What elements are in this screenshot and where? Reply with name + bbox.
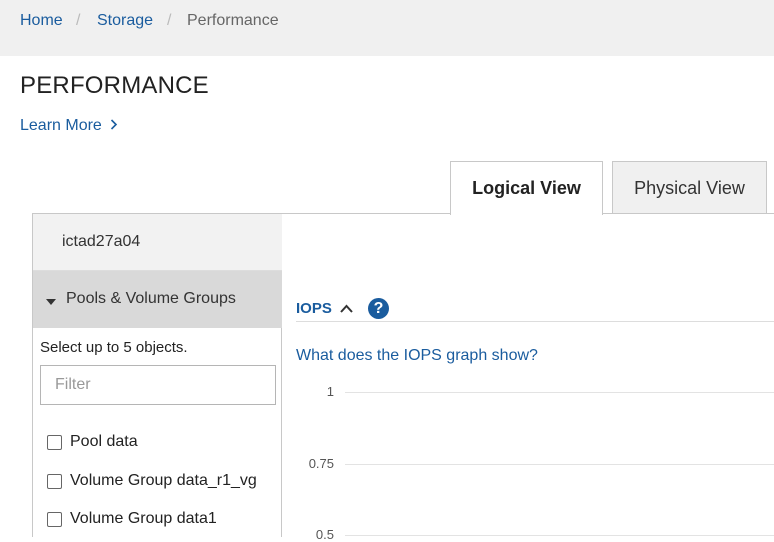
iops-divider [296,321,774,322]
breadcrumb: Home / Storage / Performance [0,0,774,56]
y-tick-label: 0.5 [315,527,334,542]
y-tick-label: 1 [326,384,334,399]
tab-logical-view[interactable]: Logical View [450,161,603,215]
checkbox[interactable] [47,474,62,489]
learn-more-label: Learn More [20,117,102,134]
tab-physical-view[interactable]: Physical View [612,161,767,213]
host-row[interactable]: ictad27a04 [33,214,282,271]
learn-more-link[interactable]: Learn More [20,117,118,135]
select-hint: Select up to 5 objects. [40,339,188,356]
object-item-label: Pool data [70,433,138,450]
breadcrumb-performance: Performance [187,12,279,29]
grid-line [345,392,774,393]
breadcrumb-separator: / [76,12,81,29]
object-selector-panel: ictad27a04 Pools & Volume Groups Select … [32,214,282,537]
breadcrumb-separator: / [167,12,172,29]
breadcrumb-home[interactable]: Home [20,12,63,30]
chevron-right-icon [111,119,118,130]
host-name: ictad27a04 [62,233,141,250]
object-item-label: Volume Group data_r1_vg [70,472,257,489]
page-title: PERFORMANCE [20,72,209,99]
checkbox[interactable] [47,435,62,450]
chevron-up-icon [340,304,353,313]
grid-line [345,464,774,465]
object-item-label: Volume Group data1 [70,510,217,527]
pools-volume-groups-header[interactable]: Pools & Volume Groups [33,271,282,328]
section-label: Pools & Volume Groups [66,290,236,307]
breadcrumb-storage[interactable]: Storage [97,12,153,30]
help-icon[interactable]: ? [368,298,389,319]
iops-label: IOPS [296,300,332,317]
y-tick-label: 0.75 [308,456,334,471]
filter-input[interactable] [40,365,276,405]
grid-line [345,535,774,536]
iops-help-link[interactable]: What does the IOPS graph show? [296,347,538,365]
checkbox[interactable] [47,512,62,527]
caret-down-icon [46,299,56,305]
